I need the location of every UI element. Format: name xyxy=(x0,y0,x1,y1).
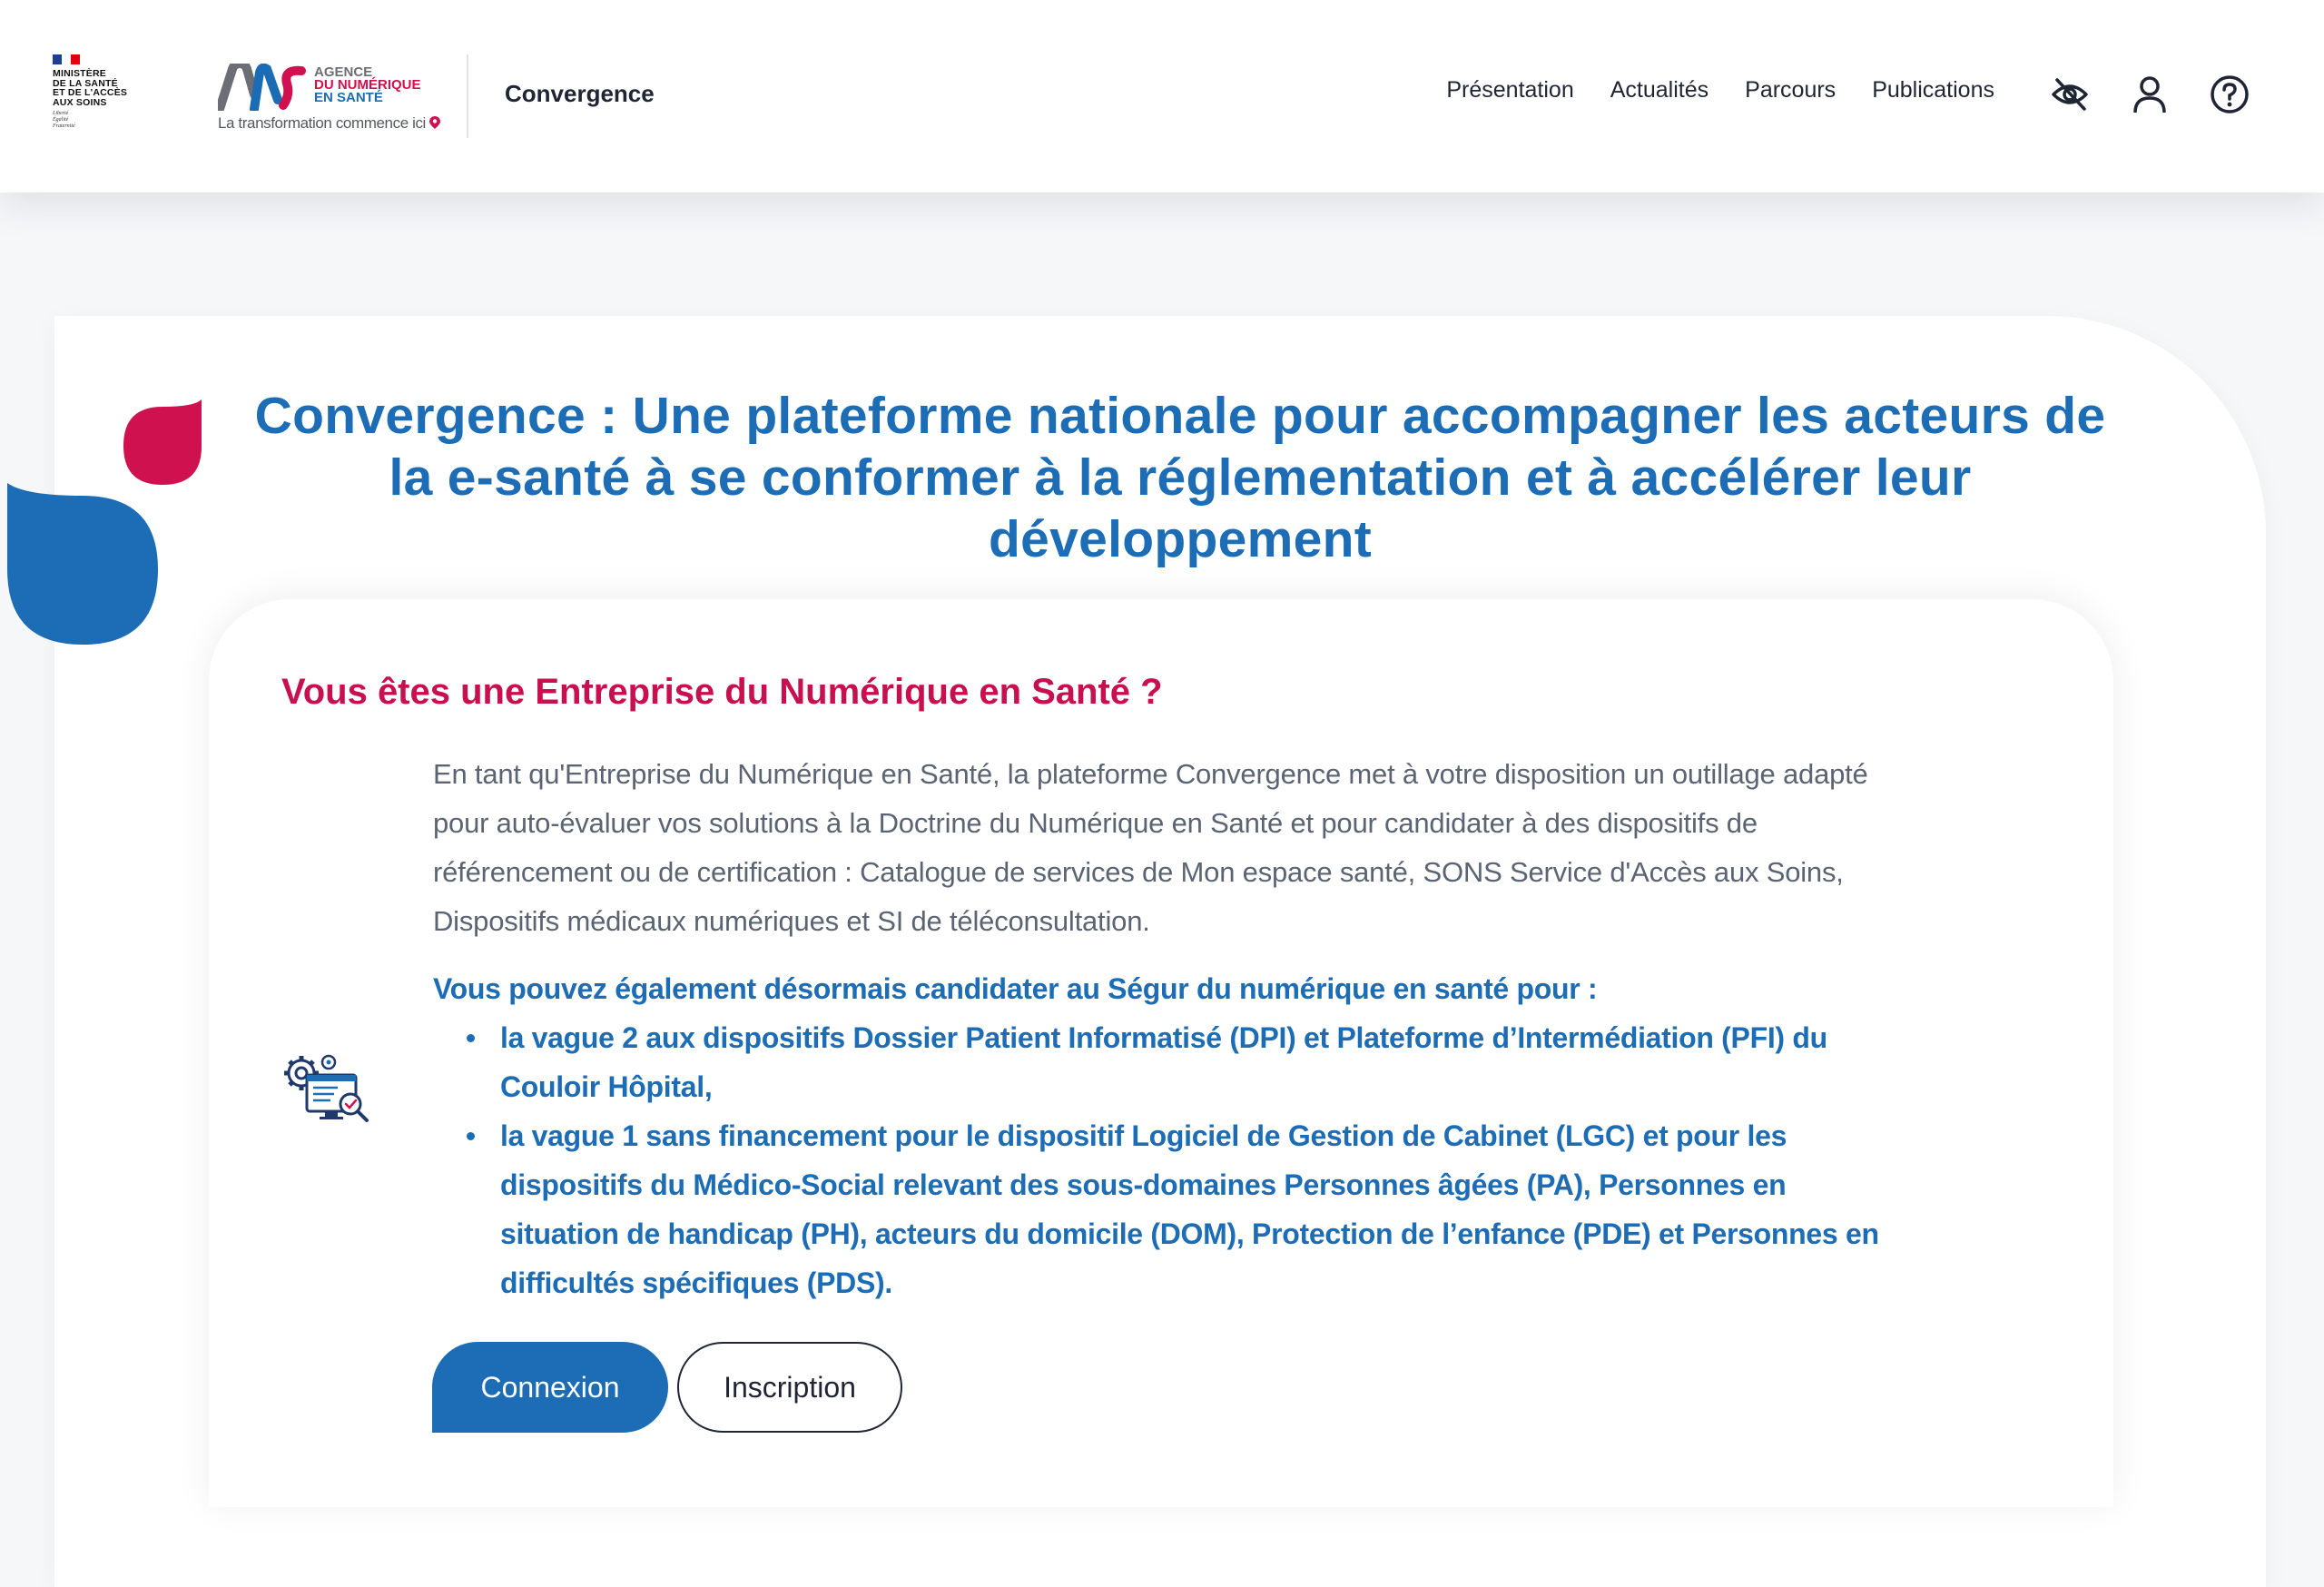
card-description: En tant qu'Entreprise du Numérique en Sa… xyxy=(433,758,1868,937)
main-nav: Présentation Actualités Parcours Publica… xyxy=(1446,77,1994,104)
ans-mark-icon xyxy=(218,64,306,111)
header-divider xyxy=(467,54,468,138)
brand-name[interactable]: Convergence xyxy=(505,80,655,108)
signup-button[interactable]: Inscription xyxy=(677,1342,902,1433)
french-flag-icon xyxy=(53,54,80,64)
auth-buttons: Connexion Inscription xyxy=(432,1342,902,1433)
red-drop-decoration xyxy=(123,399,202,485)
eye-slash-icon xyxy=(2052,78,2088,111)
republic-motto: Liberté Égalité Fraternité xyxy=(53,111,75,129)
list-item: la vague 1 sans financement pour le disp… xyxy=(433,1111,1886,1307)
nav-item-presentation[interactable]: Présentation xyxy=(1446,77,1573,104)
ans-word-sante: EN SANTÉ xyxy=(314,90,383,105)
login-button[interactable]: Connexion xyxy=(432,1342,668,1433)
nav-item-parcours[interactable]: Parcours xyxy=(1745,77,1836,104)
ministry-logo[interactable]: MINISTÈRE DE LA SANTÉ ET DE L'ACCÈS AUX … xyxy=(53,54,143,141)
help-button[interactable] xyxy=(2208,73,2251,116)
card-heading: Vous êtes une Entreprise du Numérique en… xyxy=(281,672,1163,712)
settings-screen-search-icon xyxy=(284,1054,369,1122)
user-icon xyxy=(2133,76,2166,113)
location-pin-icon xyxy=(429,116,441,129)
site-header: MINISTÈRE DE LA SANTÉ ET DE L'ACCÈS AUX … xyxy=(0,0,2324,192)
nav-item-publications[interactable]: Publications xyxy=(1872,77,1994,104)
ans-tagline: La transformation commence ici xyxy=(218,114,441,133)
help-circle-icon xyxy=(2211,75,2249,113)
segur-intro: Vous pouvez également désormais candidat… xyxy=(433,972,1598,1005)
nav-item-actualites[interactable]: Actualités xyxy=(1610,77,1709,104)
ans-logo[interactable]: AGENCE DU NUMÉRIQUE EN SANTÉ La transfor… xyxy=(218,62,441,134)
blue-drop-decoration xyxy=(7,483,158,645)
ministry-name: MINISTÈRE DE LA SANTÉ ET DE L'ACCÈS AUX … xyxy=(53,68,128,108)
page-title: Convergence : Une plateforme nationale p… xyxy=(254,387,2106,568)
list-item: la vague 2 aux dispositifs Dossier Patie… xyxy=(433,1013,1886,1111)
user-account-button[interactable] xyxy=(2128,73,2171,116)
accessibility-toggle-button[interactable] xyxy=(2048,73,2092,116)
segur-list: la vague 2 aux dispositifs Dossier Patie… xyxy=(433,1013,1886,1307)
